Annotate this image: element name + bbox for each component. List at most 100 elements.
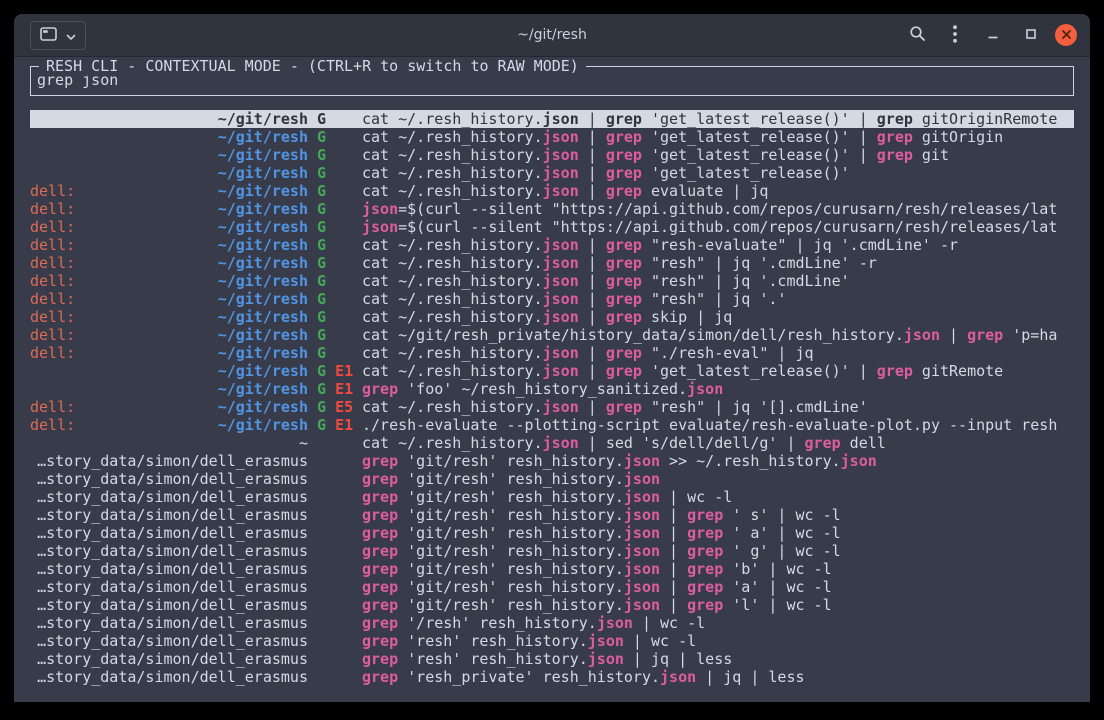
host-path-cell: …story_data/simon/dell_erasmus [30, 506, 308, 524]
close-button[interactable] [1055, 24, 1077, 46]
git-flag-badge: G [317, 236, 326, 254]
command-fragment: cat ~/.resh_history. [362, 290, 543, 308]
history-row[interactable]: dell:~/git/reshG E1./resh-evaluate --plo… [30, 416, 1074, 434]
history-row[interactable]: dell:~/git/reshGcat ~/.resh_history.json… [30, 182, 1074, 200]
host-label: dell: [30, 254, 75, 272]
history-row[interactable]: dell:~/git/reshGcat ~/.resh_history.json… [30, 272, 1074, 290]
command-text: grep 'resh_private' resh_history.json | … [362, 668, 1074, 686]
command-fragment: 'git/resh' resh_history. [398, 506, 624, 524]
history-row[interactable]: …story_data/simon/dell_erasmusgrep 'git/… [30, 560, 1074, 578]
history-row[interactable]: …story_data/simon/dell_erasmusgrep 'git/… [30, 452, 1074, 470]
flags-cell: G E5 [308, 398, 362, 416]
git-flag-badge: G [317, 164, 326, 182]
match-highlight: grep [362, 488, 398, 506]
command-text: cat ~/.resh_history.json | grep 'get_lat… [362, 128, 1074, 146]
command-text: cat ~/.resh_history.json | grep skip | j… [362, 308, 1074, 326]
path-label: ~/git/resh [30, 380, 308, 398]
flags-cell: G [308, 326, 362, 344]
command-fragment: 'b' | wc -l [723, 560, 831, 578]
command-text: cat ~/.resh_history.json | grep "resh-ev… [362, 236, 1074, 254]
host-path-cell: …story_data/simon/dell_erasmus [30, 524, 308, 542]
match-highlight: grep [606, 290, 642, 308]
command-text: grep 'git/resh' resh_history.json | grep… [362, 560, 1074, 578]
history-row[interactable]: dell:~/git/reshGjson=$(curl --silent "ht… [30, 200, 1074, 218]
menu-button[interactable] [941, 21, 969, 49]
match-highlight: json [543, 434, 579, 452]
command-text: grep 'git/resh' resh_history.json | grep… [362, 524, 1074, 542]
search-button[interactable] [903, 21, 931, 49]
minimize-icon [986, 27, 1000, 44]
path-label: ~/git/resh [30, 146, 308, 164]
history-row[interactable]: ~/git/reshGcat ~/.resh_history.json | gr… [30, 128, 1074, 146]
host-path-cell: dell:~/git/resh [30, 398, 308, 416]
history-row[interactable]: …story_data/simon/dell_erasmus grep 'git/… [30, 506, 1074, 524]
history-row[interactable]: dell:~/git/reshGcat ~/.resh_history.json… [30, 308, 1074, 326]
flags-cell: G [308, 290, 362, 308]
history-row[interactable]: …story_data/simon/dell_erasmusgrep '/res… [30, 614, 1074, 632]
history-row[interactable]: ~/git/reshG E1grep 'foo' ~/resh_history_… [30, 380, 1074, 398]
match-highlight: grep [362, 614, 398, 632]
command-text: grep 'git/resh' resh_history.json | grep… [362, 506, 1074, 524]
flags-cell [308, 434, 362, 452]
history-row[interactable]: …story_data/simon/dell_erasmusgrep 'git/… [30, 578, 1074, 596]
history-row[interactable]: dell:~/git/reshGcat ~/.resh_history.json… [30, 290, 1074, 308]
match-highlight: json [543, 398, 579, 416]
match-highlight: json [904, 326, 940, 344]
history-row[interactable]: …story_data/simon/dell_erasmusgrep 'resh… [30, 650, 1074, 668]
command-fragment: evaluate | jq [642, 182, 768, 200]
command-fragment: 'git/resh' resh_history. [398, 470, 624, 488]
command-fragment: cat ~/.resh_history. [362, 434, 543, 452]
path-label: …story_data/simon/dell_erasmus [30, 470, 308, 488]
history-row[interactable]: …story_data/simon/dell_erasmusgrep 'git/… [30, 470, 1074, 488]
history-row[interactable]: dell:~/git/reshG E5cat ~/.resh_history.j… [30, 398, 1074, 416]
git-flag-badge: G [317, 362, 326, 380]
history-row[interactable]: …story_data/simon/dell_erasmus grep 'git/… [30, 524, 1074, 542]
command-fragment: =$(curl --silent "https://api.github.com… [398, 200, 1057, 218]
history-row[interactable]: …story_data/simon/dell_erasmus grep 'resh… [30, 668, 1074, 686]
host-path-cell: …story_data/simon/dell_erasmus [30, 668, 308, 686]
history-row[interactable]: dell:~/git/reshGcat ~/.resh_history.json… [30, 236, 1074, 254]
new-terminal-button[interactable] [30, 21, 86, 50]
command-fragment: | [579, 398, 606, 416]
history-row[interactable]: ~cat ~/.resh_history.json | sed 's/dell/… [30, 434, 1074, 452]
command-fragment: cat ~/git/resh_private/history_data/simo… [362, 326, 904, 344]
match-highlight: json [624, 596, 660, 614]
history-row[interactable]: dell:~/git/reshGjson=$(curl --silent "ht… [30, 218, 1074, 236]
path-label: ~/git/resh [75, 344, 308, 362]
host-path-cell: ~/git/resh [30, 110, 308, 128]
history-row[interactable]: dell:~/git/reshGcat ~/.resh_history.json… [30, 344, 1074, 362]
close-icon [1061, 28, 1072, 43]
error-flag-badge: E1 [335, 380, 353, 398]
git-flag-badge: G [317, 416, 326, 434]
match-highlight: grep [606, 182, 642, 200]
path-label: ~/git/resh [75, 218, 308, 236]
headerbar-controls [903, 21, 1090, 49]
history-row[interactable]: …story_data/simon/dell_erasmusgrep 'resh… [30, 632, 1074, 650]
minimize-button[interactable] [979, 21, 1007, 49]
command-fragment: cat ~/.resh_history. [362, 362, 543, 380]
command-fragment: 'resh' resh_history. [398, 650, 588, 668]
history-row[interactable]: dell:~/git/reshGcat ~/.resh_history.json… [30, 254, 1074, 272]
history-row[interactable]: …story_data/simon/dell_erasmusgrep 'git/… [30, 542, 1074, 560]
flags-cell [308, 560, 362, 578]
command-fragment: "resh-evaluate" | jq '.cmdLine' -r [642, 236, 958, 254]
git-flag-badge: G [317, 308, 326, 326]
history-row[interactable]: ~/git/reshGcat ~/.resh_history.json | gr… [30, 146, 1074, 164]
match-highlight: json [660, 668, 696, 686]
history-row[interactable]: ~/git/reshG E1cat ~/.resh_history.json |… [30, 362, 1074, 380]
restore-button[interactable] [1017, 21, 1045, 49]
history-row[interactable]: …story_data/simon/dell_erasmusgrep 'git/… [30, 488, 1074, 506]
history-row[interactable]: …story_data/simon/dell_erasmusgrep 'git/… [30, 596, 1074, 614]
history-row[interactable]: dell:~/git/reshGcat ~/git/resh_private/h… [30, 326, 1074, 344]
flags-cell: G [308, 200, 362, 218]
match-highlight: json [624, 470, 660, 488]
history-row[interactable]: ~/git/reshGcat ~/.resh_history.json | gr… [30, 110, 1074, 128]
host-label: dell: [30, 344, 75, 362]
match-highlight: grep [606, 308, 642, 326]
match-highlight: grep [687, 542, 723, 560]
error-flag-badge: E5 [335, 398, 353, 416]
history-row[interactable]: ~/git/reshGcat ~/.resh_history.json | gr… [30, 164, 1074, 182]
command-text: grep 'git/resh' resh_history.json | wc -… [362, 488, 1074, 506]
flags-cell [308, 614, 362, 632]
command-fragment: gitOriginRemote [913, 110, 1058, 128]
